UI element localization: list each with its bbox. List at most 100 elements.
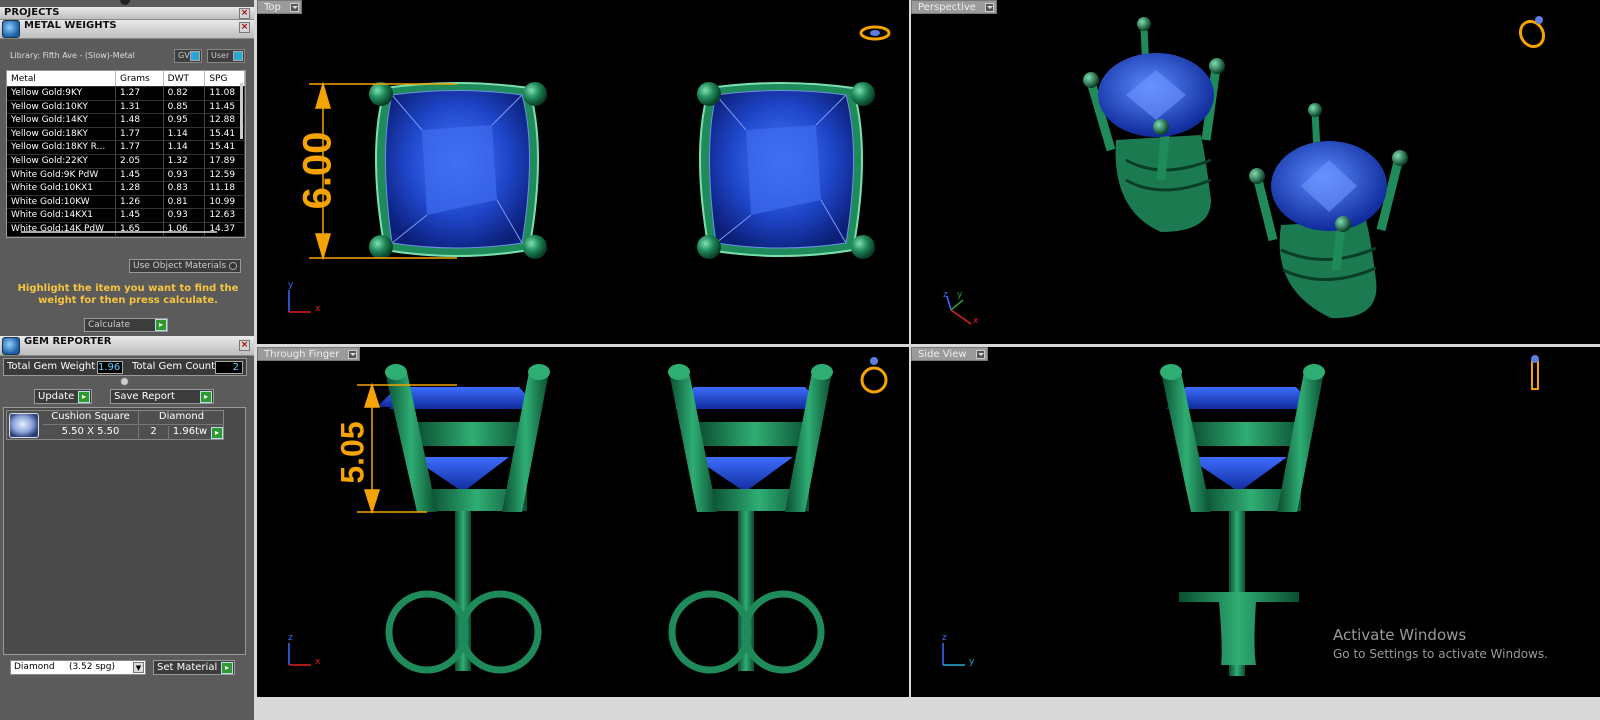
bottom-bar — [257, 697, 1600, 720]
ring-perspective-icon — [1518, 16, 1546, 49]
viewport-through-finger[interactable]: Through Finger 5.05 z x — [257, 347, 909, 697]
gem-row[interactable]: Cushion Square Diamond 5.50 X 5.50 2 1.9… — [6, 410, 224, 440]
table-cell: Yellow Gold:18KY — [7, 127, 117, 141]
axis-indicator — [288, 290, 311, 313]
table-cell: Yellow Gold:14KY — [7, 114, 117, 127]
column-header[interactable]: Metal — [7, 71, 117, 86]
table-cell: 0.93 — [164, 168, 206, 182]
ring-finger-icon — [860, 357, 888, 394]
dimension-label: 6.00 — [295, 131, 340, 210]
table-cell: 0.83 — [164, 182, 206, 195]
use-object-materials-button[interactable]: Use Object Materials — [129, 259, 241, 273]
table-row[interactable]: Yellow Gold:18KY R... 1.77 1.14 15.41 — [7, 141, 245, 155]
table-row[interactable]: White Gold:14K PdW 1.65 1.06 14.37 — [7, 222, 245, 237]
table-cell: 11.18 — [205, 182, 245, 195]
table-cell: 1.14 — [164, 127, 206, 141]
panel-collapse-handle[interactable] — [120, 0, 130, 5]
metal-weights-table[interactable]: Metal Grams DWT SPG Yellow Gold:9KY 1.27 0.82… — [6, 70, 246, 238]
table-row[interactable]: Yellow Gold:22KY 2.05 1.32 17.89 — [7, 154, 245, 169]
metal-weights-title: METAL WEIGHTS — [24, 20, 117, 31]
play-icon: ▸ — [78, 391, 90, 403]
axis-x-label: x — [315, 304, 321, 314]
table-row[interactable]: White Gold:9K PdW 1.45 0.93 12.59 — [7, 168, 245, 183]
table-cell: 1.77 — [116, 127, 164, 141]
table-cell: 15.41 — [205, 141, 245, 154]
perspective-drawing — [946, 16, 1546, 325]
table-cell: 0.81 — [164, 195, 206, 209]
table-cell: Yellow Gold:22KY — [7, 154, 117, 168]
close-icon[interactable]: × — [239, 22, 250, 33]
close-icon[interactable]: × — [239, 8, 250, 19]
calculate-hint: Highlight the item you want to find the … — [17, 283, 239, 306]
play-icon[interactable]: ▸ — [211, 427, 223, 439]
table-row[interactable]: Yellow Gold:14KY 1.48 0.95 12.88 — [7, 114, 245, 128]
table-cell: 12.59 — [205, 168, 245, 182]
viewport-side[interactable]: Side View z y — [911, 347, 1600, 697]
table-row[interactable]: White Gold:10KX1 1.28 0.83 11.18 — [7, 182, 245, 196]
total-gem-count-label: Total Gem Count — [132, 361, 216, 372]
save-report-button[interactable]: Save Report ▸ — [110, 389, 214, 404]
gem-list[interactable] — [3, 407, 246, 655]
user-label: User — [211, 51, 230, 60]
splitter-handle[interactable] — [120, 377, 129, 386]
table-cell: 1.31 — [116, 100, 164, 114]
table-row[interactable]: Yellow Gold:9KY 1.27 0.82 11.08 — [7, 87, 245, 101]
total-gem-count-value: 2 — [215, 361, 243, 374]
table-row[interactable]: White Gold:10KW 1.26 0.81 10.99 — [7, 195, 245, 210]
column-header[interactable]: DWT — [164, 71, 206, 86]
earring-perspective-2 — [1249, 103, 1408, 319]
play-icon: ▸ — [155, 319, 167, 331]
user-toggle[interactable]: User — [207, 49, 245, 63]
update-label: Update — [38, 391, 75, 402]
activate-windows-subtitle: Go to Settings to activate Windows. — [1333, 647, 1548, 661]
close-icon[interactable]: × — [239, 340, 250, 351]
table-cell: 1.45 — [116, 168, 164, 182]
calculate-button[interactable]: Calculate ▸ — [84, 318, 168, 332]
column-header[interactable]: Grams — [116, 71, 164, 86]
gem-reporter-title: GEM REPORTER — [24, 336, 112, 347]
metal-weights-header[interactable]: METAL WEIGHTS × — [0, 20, 254, 39]
projects-title: PROJECTS — [4, 7, 60, 18]
table-row[interactable]: White Gold:14KX1 1.45 0.93 12.63 — [7, 209, 245, 223]
scale-icon — [2, 20, 20, 38]
update-button[interactable]: Update ▸ — [34, 389, 92, 404]
table-cell: White Gold:9K PdW — [7, 168, 117, 182]
axis-z-label: z — [943, 290, 948, 300]
gem-shape: Cushion Square — [43, 411, 139, 425]
table-row[interactable]: Yellow Gold:10KY 1.31 0.85 11.45 — [7, 100, 245, 115]
set-material-button[interactable]: Set Material ▸ — [153, 660, 235, 675]
viewport-top[interactable]: Top 6.00 y x — [257, 0, 909, 344]
table-cell: 0.85 — [164, 100, 206, 114]
horizontal-scrollbar[interactable] — [21, 231, 217, 233]
through-finger-drawing — [288, 357, 888, 674]
gem-weight: 1.96tw — [172, 426, 208, 437]
ring-top-icon — [859, 25, 891, 41]
total-gem-weight-label: Total Gem Weight — [7, 361, 96, 372]
gem-reporter-header[interactable]: GEM REPORTER × — [0, 336, 254, 356]
table-cell: 1.48 — [116, 114, 164, 127]
table-cell: Yellow Gold:18KY R... — [7, 141, 117, 154]
chevron-down-icon: ▼ — [133, 662, 144, 673]
material-select[interactable]: Diamond (3.52 spg) ▼ — [10, 660, 146, 675]
toggle-indicator-icon — [190, 51, 200, 61]
table-cell: 1.14 — [164, 141, 206, 154]
table-cell: 1.32 — [164, 154, 206, 168]
table-cell: White Gold:10KX1 — [7, 182, 117, 195]
vertical-scrollbar[interactable] — [240, 83, 243, 139]
gem-material: Diamond — [139, 411, 224, 425]
table-cell: 1.28 — [116, 182, 164, 195]
radio-icon — [229, 262, 237, 270]
earring-side-left — [377, 364, 550, 674]
set-material-label: Set Material — [157, 662, 218, 673]
earring-side-icon — [1531, 355, 1539, 390]
table-row[interactable]: Yellow Gold:18KY 1.77 1.14 15.41 — [7, 127, 245, 142]
table-cell: 0.93 — [164, 209, 206, 222]
gv-toggle[interactable]: GV — [174, 49, 202, 63]
left-panel: PROJECTS × METAL WEIGHTS × Library: Fift… — [0, 0, 254, 720]
axis-x-label: x — [315, 657, 321, 667]
table-cell: 1.65 — [116, 222, 164, 236]
table-cell: 17.89 — [205, 154, 245, 168]
projects-header[interactable]: PROJECTS × — [0, 7, 254, 20]
play-icon: ▸ — [200, 391, 212, 403]
viewport-perspective[interactable]: Perspective z y x — [911, 0, 1600, 344]
